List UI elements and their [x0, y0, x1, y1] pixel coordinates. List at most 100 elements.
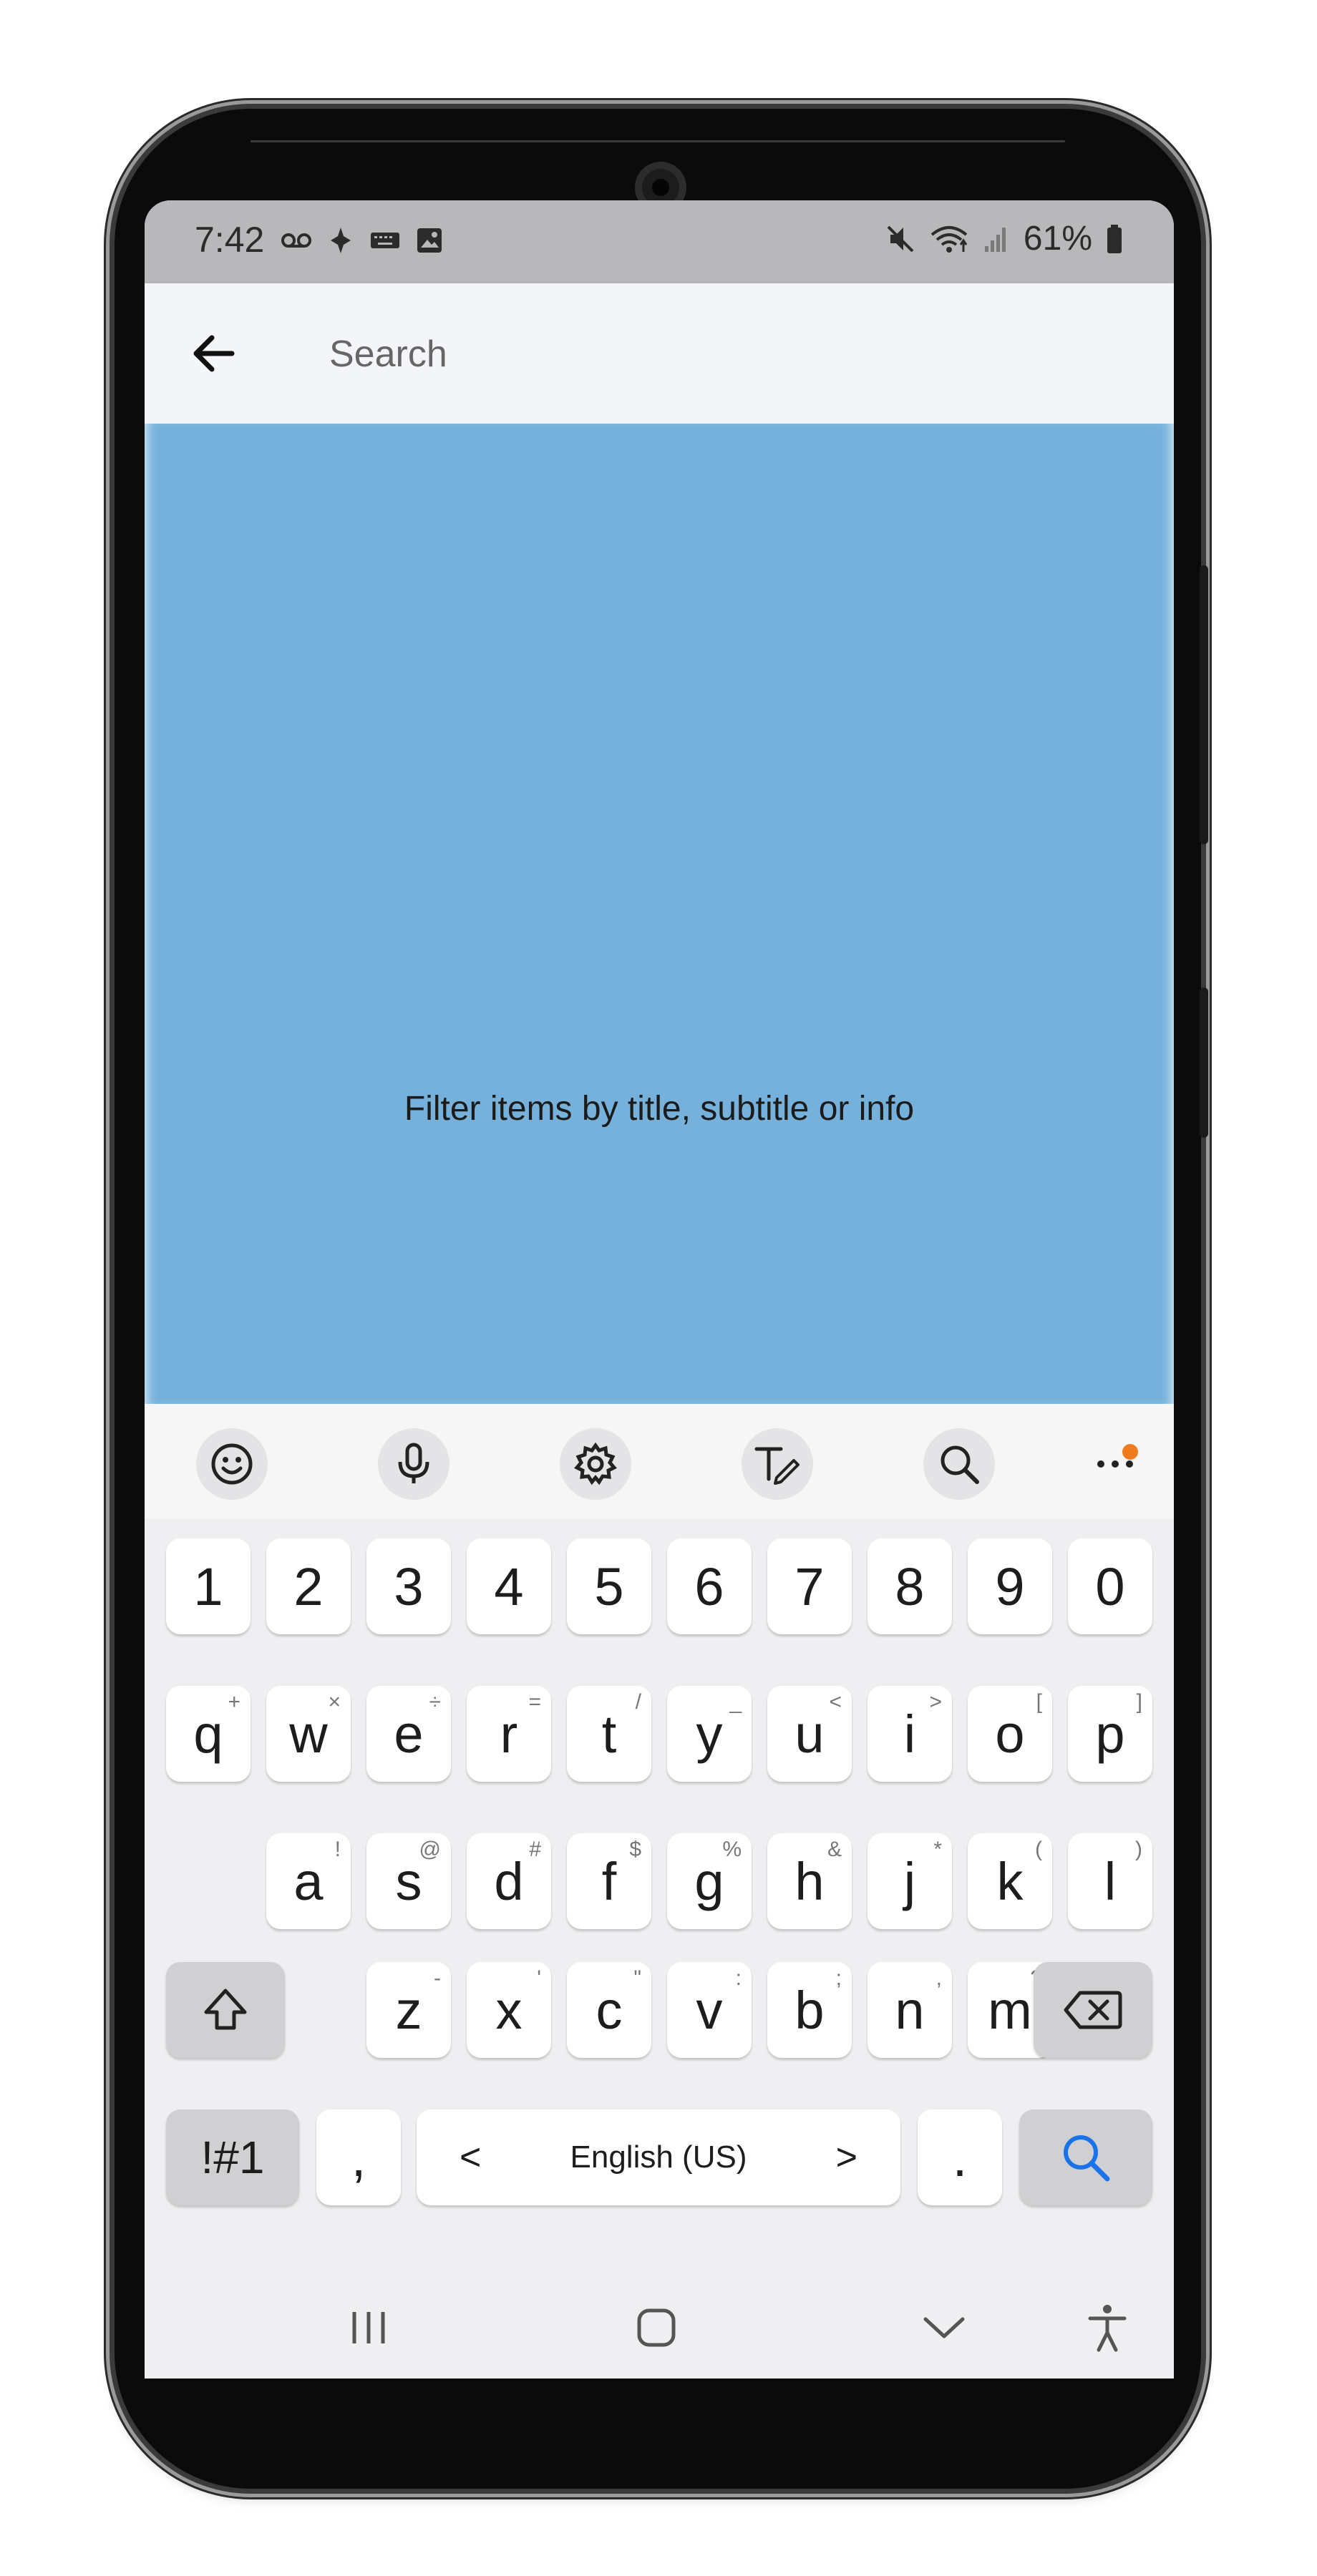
key-0[interactable]: 0 [1068, 1538, 1152, 1634]
key-o-secondary: [ [1036, 1690, 1042, 1714]
home-button[interactable] [617, 2288, 696, 2367]
backspace-key[interactable] [1034, 1962, 1152, 2058]
emoji-button[interactable] [196, 1428, 268, 1500]
hide-keyboard-button[interactable] [905, 2288, 983, 2367]
voice-input-button[interactable] [378, 1428, 449, 1500]
key-1[interactable]: 1 [166, 1538, 251, 1634]
key-7[interactable]: 7 [767, 1538, 852, 1634]
search-action-key[interactable] [1019, 2109, 1152, 2205]
battery-percent: 61% [1023, 220, 1092, 258]
more-options-button[interactable] [1079, 1428, 1151, 1500]
key-j[interactable]: j * [868, 1833, 952, 1929]
key-d[interactable]: d # [467, 1833, 551, 1929]
key-4[interactable]: 4 [467, 1538, 551, 1634]
key-j-secondary: * [933, 1838, 942, 1861]
key-s[interactable]: s @ [366, 1833, 451, 1929]
shift-key[interactable] [166, 1962, 285, 2058]
key-b-secondary: ; [835, 1966, 842, 1990]
key-e-secondary: ÷ [429, 1690, 441, 1714]
key-6[interactable]: 6 [667, 1538, 752, 1634]
key-x[interactable]: x ' [467, 1962, 551, 2058]
key-e-label: e [394, 1704, 424, 1764]
key-5-label: 5 [594, 1556, 624, 1616]
earpiece-line [251, 140, 1065, 142]
screen: 7:42 61% Filter items by [145, 200, 1174, 2379]
key-p[interactable]: p] [1068, 1686, 1152, 1782]
back-button[interactable] [185, 325, 242, 382]
key-2[interactable]: 2 [266, 1538, 351, 1634]
key-l[interactable]: l) [1068, 1833, 1152, 1929]
key-a[interactable]: a! [266, 1833, 351, 1929]
key-o[interactable]: o[ [968, 1686, 1052, 1782]
key-f-label: f [601, 1851, 617, 1911]
key-8[interactable]: 8 [868, 1538, 952, 1634]
key-z[interactable]: z- [366, 1962, 451, 2058]
status-bar: 7:42 61% [145, 200, 1174, 283]
status-time: 7:42 [195, 220, 265, 260]
period-key[interactable]: . [918, 2109, 1002, 2205]
key-n[interactable]: n, [868, 1962, 952, 2058]
key-v[interactable]: v: [667, 1962, 752, 2058]
search-input[interactable] [328, 326, 1118, 382]
recent-apps-button[interactable] [329, 2288, 408, 2367]
key-c[interactable]: c " [567, 1962, 651, 2058]
key-1-label: 1 [193, 1556, 223, 1616]
key-9-label: 9 [995, 1556, 1025, 1616]
accessibility-button[interactable] [1068, 2288, 1147, 2367]
key-g[interactable]: g% [667, 1833, 752, 1929]
space-left-arrow: < [460, 2137, 482, 2178]
key-o-label: o [995, 1704, 1025, 1764]
key-y-label: y [696, 1704, 723, 1764]
key-y[interactable]: y _ [667, 1686, 752, 1782]
key-w-label: w [289, 1704, 328, 1764]
key-u[interactable]: u < [767, 1686, 852, 1782]
key-p-label: p [1095, 1704, 1125, 1764]
comma-key[interactable]: , [316, 2109, 401, 2205]
key-h[interactable]: h & [767, 1833, 852, 1929]
key-t-label: t [601, 1704, 617, 1764]
key-c-secondary: " [633, 1966, 641, 1990]
handwriting-button[interactable] [742, 1428, 813, 1500]
key-5[interactable]: 5 [567, 1538, 651, 1634]
key-n-label: n [895, 1980, 925, 2040]
spacebar-key[interactable]: < English (US) > [417, 2109, 900, 2205]
key-h-label: h [794, 1851, 825, 1911]
key-e[interactable]: e ÷ [366, 1686, 451, 1782]
key-u-label: u [794, 1704, 825, 1764]
keyboard-search-button[interactable] [923, 1428, 995, 1500]
key-h-secondary: & [827, 1838, 842, 1861]
key-p-secondary: ] [1136, 1690, 1142, 1714]
key-r[interactable]: r = [467, 1686, 551, 1782]
keyboard-settings-button[interactable] [560, 1428, 631, 1500]
key-b-label: b [794, 1980, 825, 2040]
hide-keyboard-icon [923, 2317, 965, 2338]
key-a-label: a [293, 1851, 324, 1911]
status-right: 61% [885, 219, 1124, 258]
key-t[interactable]: t / [567, 1686, 651, 1782]
key-i-secondary: > [929, 1690, 942, 1714]
key-3[interactable]: 3 [366, 1538, 451, 1634]
mute-icon [887, 225, 914, 252]
key-q[interactable]: q + [166, 1686, 251, 1782]
key-w[interactable]: w × [266, 1686, 351, 1782]
key-r-label: r [500, 1704, 518, 1764]
key-7-label: 7 [794, 1556, 825, 1616]
recent-apps-icon [352, 2312, 385, 2343]
phone-frame: 7:42 61% Filter items by [115, 109, 1201, 2489]
key-f[interactable]: f $ [567, 1833, 651, 1929]
key-k[interactable]: k( [968, 1833, 1052, 1929]
key-k-label: k [996, 1851, 1024, 1911]
key-9[interactable]: 9 [968, 1538, 1052, 1634]
key-m-label: m [988, 1980, 1032, 2040]
key-b[interactable]: b; [767, 1962, 852, 2058]
key-x-secondary: ' [537, 1966, 541, 1990]
symbols-key[interactable]: !#1 [166, 2109, 299, 2205]
key-v-secondary: : [735, 1966, 742, 1990]
key-j-label: j [903, 1851, 916, 1911]
key-i-label: i [903, 1704, 916, 1764]
key-c-label: c [596, 1980, 623, 2040]
settings-icon [574, 1442, 617, 1485]
key-i[interactable]: i > [868, 1686, 952, 1782]
key-g-secondary: % [722, 1838, 742, 1861]
key-2-label: 2 [293, 1556, 324, 1616]
